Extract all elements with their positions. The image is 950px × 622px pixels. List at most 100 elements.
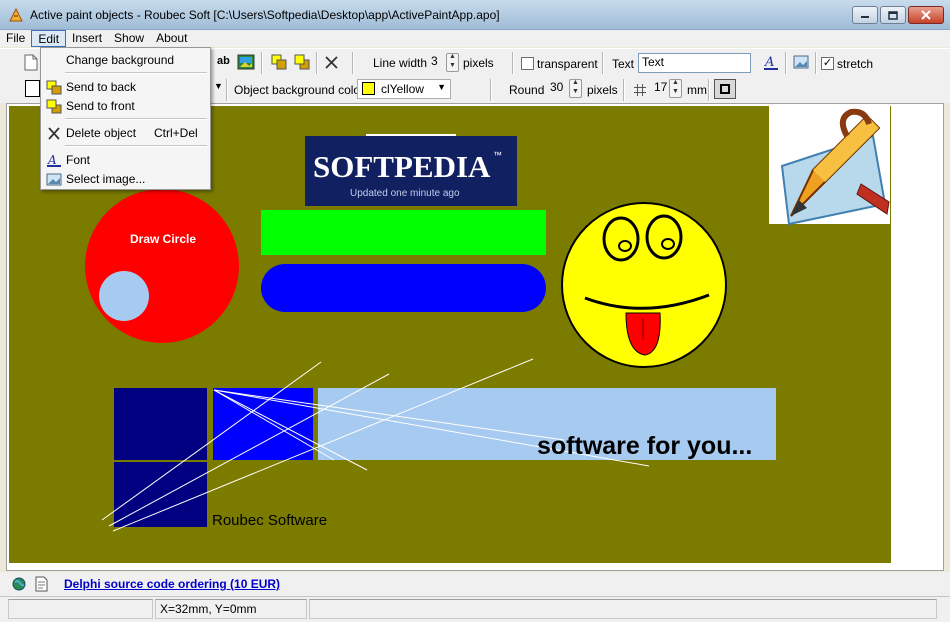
- menu-item-label: Select image...: [66, 172, 146, 186]
- menu-insert[interactable]: Insert: [66, 30, 108, 47]
- grid-spinner[interactable]: [669, 79, 682, 98]
- blue-rounded-rectangle[interactable]: [261, 264, 546, 312]
- toolbar-separator: [623, 79, 625, 101]
- object-background-label: Object background color: [234, 83, 365, 97]
- document-icon[interactable]: [34, 576, 49, 592]
- close-button[interactable]: [908, 6, 944, 24]
- font-icon: A: [47, 153, 61, 167]
- menu-item-label: Send to back: [66, 80, 137, 94]
- toolbar-separator: [708, 79, 710, 101]
- menu-item-label: Font: [66, 153, 91, 167]
- send-to-front-icon[interactable]: [294, 54, 310, 70]
- softpedia-trademark: ™: [493, 150, 502, 160]
- menu-item-delete-object[interactable]: Delete object Ctrl+Del: [43, 124, 208, 143]
- navy-block-top[interactable]: [114, 388, 207, 460]
- snap-grid-toggle[interactable]: [714, 79, 736, 99]
- toolbar-separator: [226, 79, 228, 101]
- maximize-button[interactable]: [880, 6, 906, 24]
- toolbar-separator: [815, 52, 817, 74]
- green-rectangle[interactable]: [261, 210, 546, 255]
- send-to-front-icon: [46, 99, 62, 114]
- select-image-icon[interactable]: [793, 55, 809, 69]
- status-panel-info: [309, 599, 937, 619]
- object-background-value: clYellow: [381, 82, 424, 96]
- status-bar: X=32mm, Y=0mm: [0, 596, 950, 622]
- chevron-down-icon[interactable]: ▼: [214, 81, 223, 91]
- minimize-button[interactable]: [852, 6, 878, 24]
- delete-icon: [48, 127, 60, 140]
- menu-bar: File Edit Insert Show About: [0, 30, 950, 47]
- globe-icon[interactable]: [12, 577, 26, 591]
- menu-item-select-image[interactable]: Select image...: [43, 170, 208, 189]
- navy-block-bottom[interactable]: [114, 462, 207, 527]
- stretch-checkbox[interactable]: ✓: [821, 57, 834, 70]
- toolbar-separator: [602, 52, 604, 74]
- small-circle[interactable]: [99, 271, 149, 321]
- status-panel-empty: [8, 599, 153, 619]
- line-color-swatch[interactable]: [25, 80, 40, 97]
- font-icon[interactable]: A: [763, 54, 779, 71]
- delete-icon[interactable]: [324, 55, 339, 70]
- pencil-ruler-image[interactable]: [769, 106, 890, 226]
- smiley-face[interactable]: [561, 202, 727, 368]
- insert-image-icon[interactable]: [237, 54, 255, 70]
- menu-about[interactable]: About: [150, 30, 193, 47]
- toolbar-separator: [261, 52, 263, 74]
- banner-text: software for you...: [537, 432, 752, 460]
- menu-separator: [65, 145, 207, 147]
- text-input[interactable]: Text: [638, 53, 751, 73]
- menu-separator: [65, 118, 207, 120]
- canvas-margin: [891, 106, 943, 563]
- grid-unit: mm: [687, 83, 707, 97]
- image-icon: [46, 173, 62, 186]
- title-bar[interactable]: Active paint objects - Roubec Soft [C:\U…: [0, 0, 950, 30]
- line-width-input[interactable]: 3: [428, 53, 446, 72]
- menu-item-label: Change background: [66, 53, 175, 67]
- chevron-down-icon: ▼: [437, 82, 446, 92]
- round-label: Round: [509, 83, 545, 97]
- color-swatch: [362, 82, 375, 95]
- menu-edit[interactable]: Edit: [31, 30, 67, 47]
- toolbar-separator: [352, 52, 354, 74]
- menu-item-label: Send to front: [66, 99, 135, 113]
- object-background-select[interactable]: clYellow ▼: [357, 79, 451, 99]
- line-width-spinner[interactable]: [446, 53, 459, 72]
- menu-show[interactable]: Show: [108, 30, 150, 47]
- transparent-label: transparent: [537, 57, 598, 71]
- company-text: Roubec Software: [212, 512, 327, 529]
- edit-menu-popup: Change background Send to back Send to f…: [40, 47, 211, 190]
- line-width-label: Line width: [373, 56, 428, 70]
- red-circle[interactable]: [85, 189, 239, 343]
- menu-item-change-background[interactable]: Change background: [43, 51, 208, 70]
- stretch-label: stretch: [837, 57, 874, 71]
- round-unit: pixels: [587, 83, 618, 97]
- round-input[interactable]: 30: [547, 79, 569, 98]
- close-icon: [921, 10, 931, 20]
- app-icon: [9, 7, 23, 22]
- menu-item-font[interactable]: A Font: [43, 151, 208, 170]
- menu-separator: [65, 72, 207, 74]
- new-file-icon[interactable]: [24, 54, 38, 71]
- toolbar-separator: [785, 52, 787, 74]
- round-spinner[interactable]: [569, 79, 582, 98]
- circle-label: Draw Circle: [130, 232, 196, 246]
- softpedia-logo-text: SOFTPEDIA: [313, 149, 491, 184]
- link-bar: Delphi source code ordering (10 EUR): [0, 572, 950, 596]
- toolbar-separator: [316, 52, 318, 74]
- svg-text:A: A: [764, 55, 774, 70]
- grid-icon: [634, 84, 646, 96]
- toolbar-separator: [490, 79, 492, 101]
- menu-item-send-to-back[interactable]: Send to back: [43, 78, 208, 97]
- grid-input[interactable]: 17: [651, 79, 669, 98]
- line-width-unit: pixels: [463, 56, 494, 70]
- toolbar-separator: [512, 52, 514, 74]
- menu-item-shortcut: Ctrl+Del: [154, 126, 198, 140]
- softpedia-tagline: Updated one minute ago: [350, 188, 460, 199]
- delphi-order-link[interactable]: Delphi source code ordering (10 EUR): [64, 577, 280, 591]
- menu-file[interactable]: File: [0, 30, 31, 47]
- text-tool-button[interactable]: ab: [217, 55, 230, 67]
- text-label: Text: [612, 57, 635, 71]
- menu-item-send-to-front[interactable]: Send to front: [43, 97, 208, 116]
- send-to-back-icon[interactable]: [271, 54, 287, 70]
- transparent-checkbox[interactable]: [521, 57, 534, 70]
